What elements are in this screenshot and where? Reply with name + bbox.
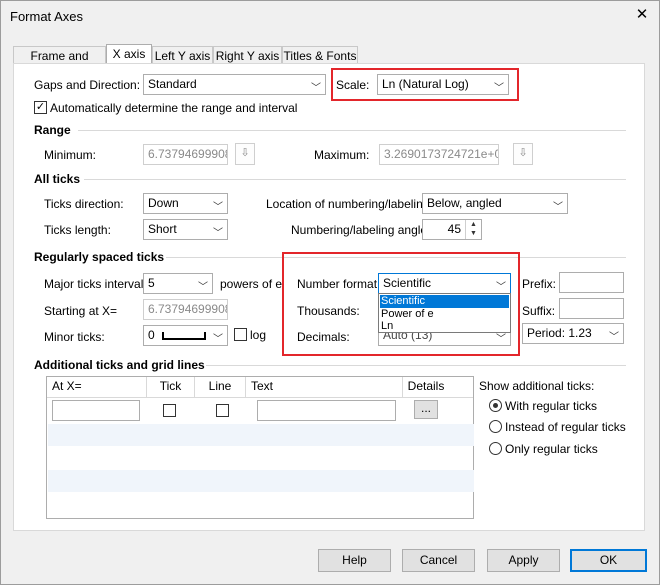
tab-x-axis[interactable]: X axis (106, 44, 152, 65)
regular-ticks-section-title: Regularly spaced ticks (34, 250, 165, 264)
window-title: Format Axes (10, 9, 83, 24)
at-x-input[interactable] (52, 400, 140, 421)
radio-only-regular[interactable] (489, 442, 502, 455)
location-label: Location of numbering/labeling: (266, 197, 433, 211)
ticks-direction-label: Ticks direction: (44, 197, 124, 211)
auto-range-label: Automatically determine the range and in… (50, 101, 298, 115)
scale-label: Scale: (336, 78, 370, 92)
ticks-length-select[interactable]: Short ﹀ (143, 219, 228, 240)
chevron-down-icon: ﹀ (198, 282, 208, 293)
column-header-line: Line (195, 377, 246, 397)
column-header-at-x: At X= (47, 377, 147, 397)
additional-section-title: Additional ticks and grid lines (34, 358, 205, 372)
apply-button[interactable]: Apply (487, 549, 560, 572)
log-checkbox[interactable] (234, 328, 247, 341)
dropdown-option-scientific[interactable]: Scientific (380, 295, 509, 308)
angle-spinner[interactable]: ▲ ▼ (465, 220, 481, 239)
chevron-down-icon: ﹀ (213, 334, 223, 345)
minimum-field[interactable]: 6.73794699908547E-03 (143, 144, 228, 165)
minimum-pick-button[interactable]: ⇩ (235, 143, 255, 165)
additional-ticks-table: At X= Tick Line Text Details (46, 376, 474, 519)
maximum-field[interactable]: 3.2690173724721e+00 (379, 144, 499, 165)
major-interval-label: Major ticks interval: (44, 277, 147, 291)
radio-only-regular-label: Only regular ticks (505, 442, 598, 456)
number-format-label: Number format: (297, 277, 381, 291)
log-label: log (250, 328, 267, 342)
column-header-details: Details (407, 379, 445, 393)
cancel-button[interactable]: Cancel (402, 549, 475, 572)
chevron-down-icon: ﹀ (609, 332, 619, 343)
table-row (48, 470, 474, 492)
chevron-down-icon: ﹀ (553, 202, 563, 213)
gaps-label: Gaps and Direction: (34, 78, 141, 92)
thousands-label: Thousands: (297, 304, 360, 318)
suffix-label: Suffix: (522, 304, 556, 318)
range-section-title: Range (34, 123, 71, 137)
column-header-tick: Tick (147, 377, 195, 397)
ticks-direction-select[interactable]: Down ﹀ (143, 193, 228, 214)
help-button[interactable]: Help (318, 549, 391, 572)
major-interval-unit: powers of e (220, 277, 283, 291)
minor-ticks-label: Minor ticks: (44, 330, 105, 344)
line-checkbox[interactable] (216, 404, 229, 417)
maximum-pick-button[interactable]: ⇩ (513, 143, 533, 165)
minor-ticks-select[interactable]: 0 ﹀ (143, 325, 228, 346)
text-input[interactable] (257, 400, 396, 421)
angle-label: Numbering/labeling angle: (291, 223, 431, 237)
prefix-label: Prefix: (522, 277, 557, 291)
starting-at-label: Starting at X= (44, 304, 118, 318)
dropdown-option-ln[interactable]: Ln (380, 320, 509, 333)
starting-at-field[interactable]: 6.73794699908547E-03 (143, 299, 228, 320)
chevron-down-icon: ﹀ (213, 228, 223, 239)
tick-checkbox[interactable] (163, 404, 176, 417)
chevron-down-icon: ﹀ (311, 83, 321, 94)
tick-preview-icon (162, 332, 206, 340)
radio-with-regular[interactable] (489, 399, 502, 412)
radio-instead-of-regular[interactable] (489, 420, 502, 433)
close-icon[interactable]: ✕ (633, 6, 651, 24)
decimals-label: Decimals: (297, 330, 350, 344)
scale-select[interactable]: Ln (Natural Log) ﹀ (377, 74, 509, 95)
table-row (48, 424, 474, 446)
all-ticks-section-title: All ticks (34, 172, 81, 186)
chevron-down-icon: ﹀ (213, 202, 223, 213)
major-interval-select[interactable]: 5 ﹀ (143, 273, 213, 294)
range-divider (78, 130, 626, 131)
period-select[interactable]: Period: 1.23 ﹀ (522, 323, 624, 344)
number-format-dropdown: Scientific Power of e Ln (378, 293, 511, 333)
maximum-label: Maximum: (314, 148, 370, 162)
ticks-length-label: Ticks length: (44, 223, 111, 237)
additional-divider (206, 365, 626, 366)
minimum-label: Minimum: (44, 148, 97, 162)
ok-button[interactable]: OK (570, 549, 647, 572)
chevron-down-icon: ﹀ (494, 83, 504, 94)
details-button[interactable]: ... (414, 400, 438, 419)
show-additional-label: Show additional ticks: (479, 379, 595, 393)
auto-range-checkbox[interactable]: ✓ (34, 101, 47, 114)
all-ticks-divider (84, 179, 626, 180)
column-header-text: Text (246, 377, 403, 397)
suffix-field[interactable] (559, 298, 624, 319)
gaps-direction-select[interactable]: Standard ﹀ (143, 74, 326, 95)
radio-instead-label: Instead of regular ticks (505, 420, 626, 434)
number-format-select[interactable]: Scientific ﹀ (378, 273, 511, 294)
prefix-field[interactable] (559, 272, 624, 293)
chevron-down-icon: ﹀ (496, 282, 506, 293)
location-select[interactable]: Below, angled ﹀ (422, 193, 568, 214)
radio-with-regular-label: With regular ticks (505, 399, 598, 413)
